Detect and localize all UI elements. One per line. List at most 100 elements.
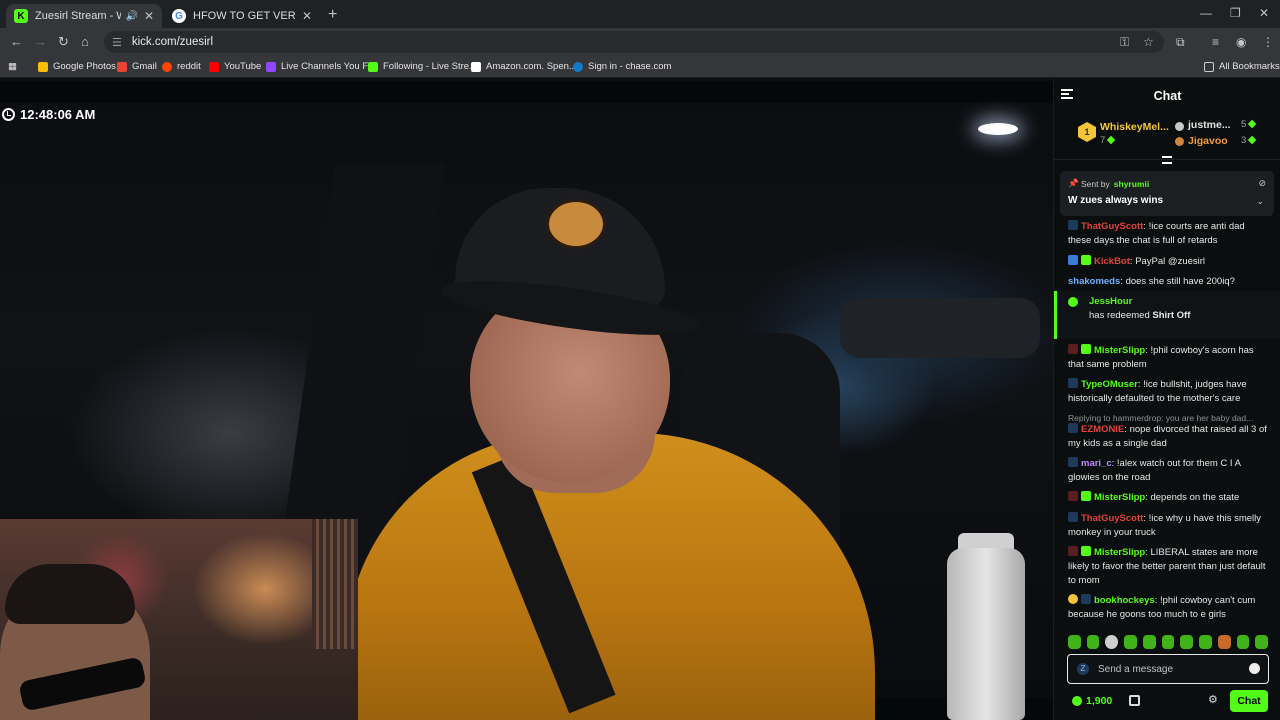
google-favicon-icon: G xyxy=(172,9,186,23)
stream-clock: 12:48:06 AM xyxy=(2,107,95,122)
bookmark-twitch[interactable]: Live Channels You F... xyxy=(266,61,375,72)
chat-username[interactable]: MisterSlipp xyxy=(1094,492,1145,503)
send-chat-button[interactable]: Chat xyxy=(1230,690,1268,712)
browser-tab-kick[interactable]: K Zuesirl Stream - Watch Live 🔊 ✕ xyxy=(6,4,162,28)
leader-first-name[interactable]: WhiskeyMel... xyxy=(1100,121,1169,133)
pinned-sender[interactable]: shyrumii xyxy=(1114,179,1149,189)
emote-icon[interactable] xyxy=(1086,635,1100,649)
chat-message: ThatGuyScott: !ice why u have this smell… xyxy=(1068,512,1262,538)
gear-icon[interactable]: ⚙ xyxy=(1208,693,1218,706)
sub-badge-icon xyxy=(1068,378,1078,388)
emote-icon[interactable] xyxy=(1161,635,1175,649)
collapse-chat-icon[interactable] xyxy=(1061,89,1073,99)
gift-icon[interactable] xyxy=(1129,695,1140,706)
chat-username[interactable]: JessHour xyxy=(1089,295,1132,309)
chat-username[interactable]: EZMONIE xyxy=(1081,424,1124,435)
close-tab-icon[interactable]: ✕ xyxy=(144,9,154,23)
leader-third-name[interactable]: Jigavoo xyxy=(1188,135,1228,147)
forward-icon[interactable]: → xyxy=(34,34,47,49)
emote-icon[interactable] xyxy=(1255,635,1269,649)
emote-icon[interactable] xyxy=(1236,635,1250,649)
leader-second-name[interactable]: justme... xyxy=(1188,119,1231,131)
verified-badge-icon xyxy=(1081,546,1091,556)
bookmark-youtube[interactable]: YouTube xyxy=(209,61,261,72)
profile-avatar-icon[interactable]: ◉ xyxy=(1236,35,1246,49)
rear-headrest xyxy=(840,298,1040,358)
media-control-icon[interactable]: ≡ xyxy=(1212,35,1219,49)
chat-username[interactable]: shakomeds xyxy=(1068,276,1120,287)
chat-username[interactable]: MisterSlipp xyxy=(1094,547,1145,558)
sub-badge-icon xyxy=(1081,594,1091,604)
url-text: kick.com/zuesirl xyxy=(131,36,214,48)
clock-icon xyxy=(2,108,15,121)
kick-favicon-icon: K xyxy=(14,9,28,23)
minimize-icon[interactable]: — xyxy=(1200,6,1212,20)
chat-messages: ThatGuyScott: !ice courts are anti dad t… xyxy=(1054,220,1280,632)
emote-icon[interactable] xyxy=(1180,635,1194,649)
browser-tab-google[interactable]: G HFOW TO GET VERIFIED ON KI ✕ xyxy=(164,4,320,28)
video-player[interactable]: 12:48:06 AM xyxy=(0,81,1053,720)
speaker-icon[interactable]: 🔊 xyxy=(125,11,137,22)
chat-text: PayPal @zuesirl xyxy=(1135,256,1206,267)
unpin-icon[interactable]: ⊘ xyxy=(1258,178,1266,189)
bookmark-gmail[interactable]: Gmail xyxy=(117,61,157,72)
pip-window-blinds xyxy=(312,519,358,649)
browser-menu-icon[interactable]: ⋮ xyxy=(1262,35,1274,49)
chat-message: shakomeds: does she still have 200iq? xyxy=(1068,276,1235,287)
back-icon[interactable]: ← xyxy=(10,34,23,49)
bookmark-reddit[interactable]: reddit xyxy=(162,61,201,72)
filter-icon[interactable] xyxy=(1162,156,1172,164)
chat-text: depends on the state xyxy=(1150,492,1240,503)
reload-icon[interactable]: ↻ xyxy=(58,34,69,50)
bookmark-google-photos[interactable]: Google Photos xyxy=(38,61,116,72)
chat-username[interactable]: bookhockeys xyxy=(1094,595,1155,606)
emote-icon[interactable] xyxy=(1068,635,1081,649)
all-bookmarks[interactable]: All Bookmarks xyxy=(1204,61,1280,72)
chat-footer: 1,900 ⚙ Chat xyxy=(1054,690,1280,714)
emote-icon[interactable] xyxy=(1199,635,1212,649)
bookmark-star-icon[interactable]: ☆ xyxy=(1143,35,1154,49)
site-info-icon[interactable]: ☰ xyxy=(112,36,122,49)
tab-title: HFOW TO GET VERIFIED ON KI xyxy=(193,10,296,22)
new-tab-icon[interactable]: + xyxy=(328,6,337,24)
chat-message: ThatGuyScott: !ice courts are anti dad t… xyxy=(1068,220,1245,246)
bookmark-kick-following[interactable]: Following - Live Stre... xyxy=(368,61,477,72)
sub-badge-icon xyxy=(1068,457,1078,467)
chat-username[interactable]: ThatGuyScott xyxy=(1081,513,1143,524)
password-key-icon[interactable]: ⚿ xyxy=(1120,35,1129,50)
bookmark-amazon[interactable]: Amazon.com. Spen... xyxy=(471,61,577,72)
emote-icon[interactable] xyxy=(1124,635,1137,649)
redeem-line: has redeemed Shirt Off xyxy=(1089,309,1190,323)
chat-username[interactable]: KickBot xyxy=(1094,256,1130,267)
browser-tab-strip: K Zuesirl Stream - Watch Live 🔊 ✕ G HFOW… xyxy=(0,0,1280,28)
chat-message: EZMONIE: nope divorced that raised all 3… xyxy=(1068,423,1267,449)
chat-username[interactable]: mari_c xyxy=(1081,458,1112,469)
restore-icon[interactable]: ❐ xyxy=(1230,6,1241,20)
chat-message-input[interactable] xyxy=(1098,661,1238,677)
kick-page: 12:48:06 AM Chat 1 WhiskeyMel... 7 justm… xyxy=(0,78,1280,720)
gem-icon xyxy=(1248,135,1257,145)
pinned-message[interactable]: 📌 Sent by shyrumii W zues always wins ⊘ … xyxy=(1060,171,1274,216)
chat-username[interactable]: ThatGuyScott xyxy=(1081,221,1143,232)
dome-light xyxy=(978,123,1018,135)
chat-username[interactable]: MisterSlipp xyxy=(1094,345,1145,356)
chevron-down-icon[interactable]: ⌄ xyxy=(1256,196,1264,207)
emoji-picker-icon[interactable] xyxy=(1249,663,1260,674)
emote-icon[interactable] xyxy=(1217,635,1231,649)
pin-icon: 📌 xyxy=(1068,178,1081,188)
leader-third-count: 3 xyxy=(1241,135,1257,146)
close-tab-icon[interactable]: ✕ xyxy=(302,9,312,23)
close-window-icon[interactable]: ✕ xyxy=(1259,6,1269,20)
address-bar[interactable]: ☰ kick.com/zuesirl xyxy=(104,31,1164,53)
emote-icon[interactable] xyxy=(1142,635,1156,649)
home-icon[interactable]: ⌂ xyxy=(81,34,89,49)
chat-username[interactable]: TypeOMuser xyxy=(1081,379,1138,390)
pinned-text: W zues always wins xyxy=(1068,195,1164,206)
sub-badge-icon xyxy=(1068,220,1078,230)
extensions-icon[interactable]: ⧉ xyxy=(1176,35,1185,50)
emote-icon[interactable] xyxy=(1105,635,1119,649)
apps-grid-icon[interactable]: ▦ xyxy=(8,61,17,72)
bookmark-chase[interactable]: Sign in - chase.com xyxy=(573,61,671,72)
chat-message: mari_c: !alex watch out for them C I A g… xyxy=(1068,457,1241,483)
channel-points[interactable]: 1,900 xyxy=(1072,695,1112,707)
